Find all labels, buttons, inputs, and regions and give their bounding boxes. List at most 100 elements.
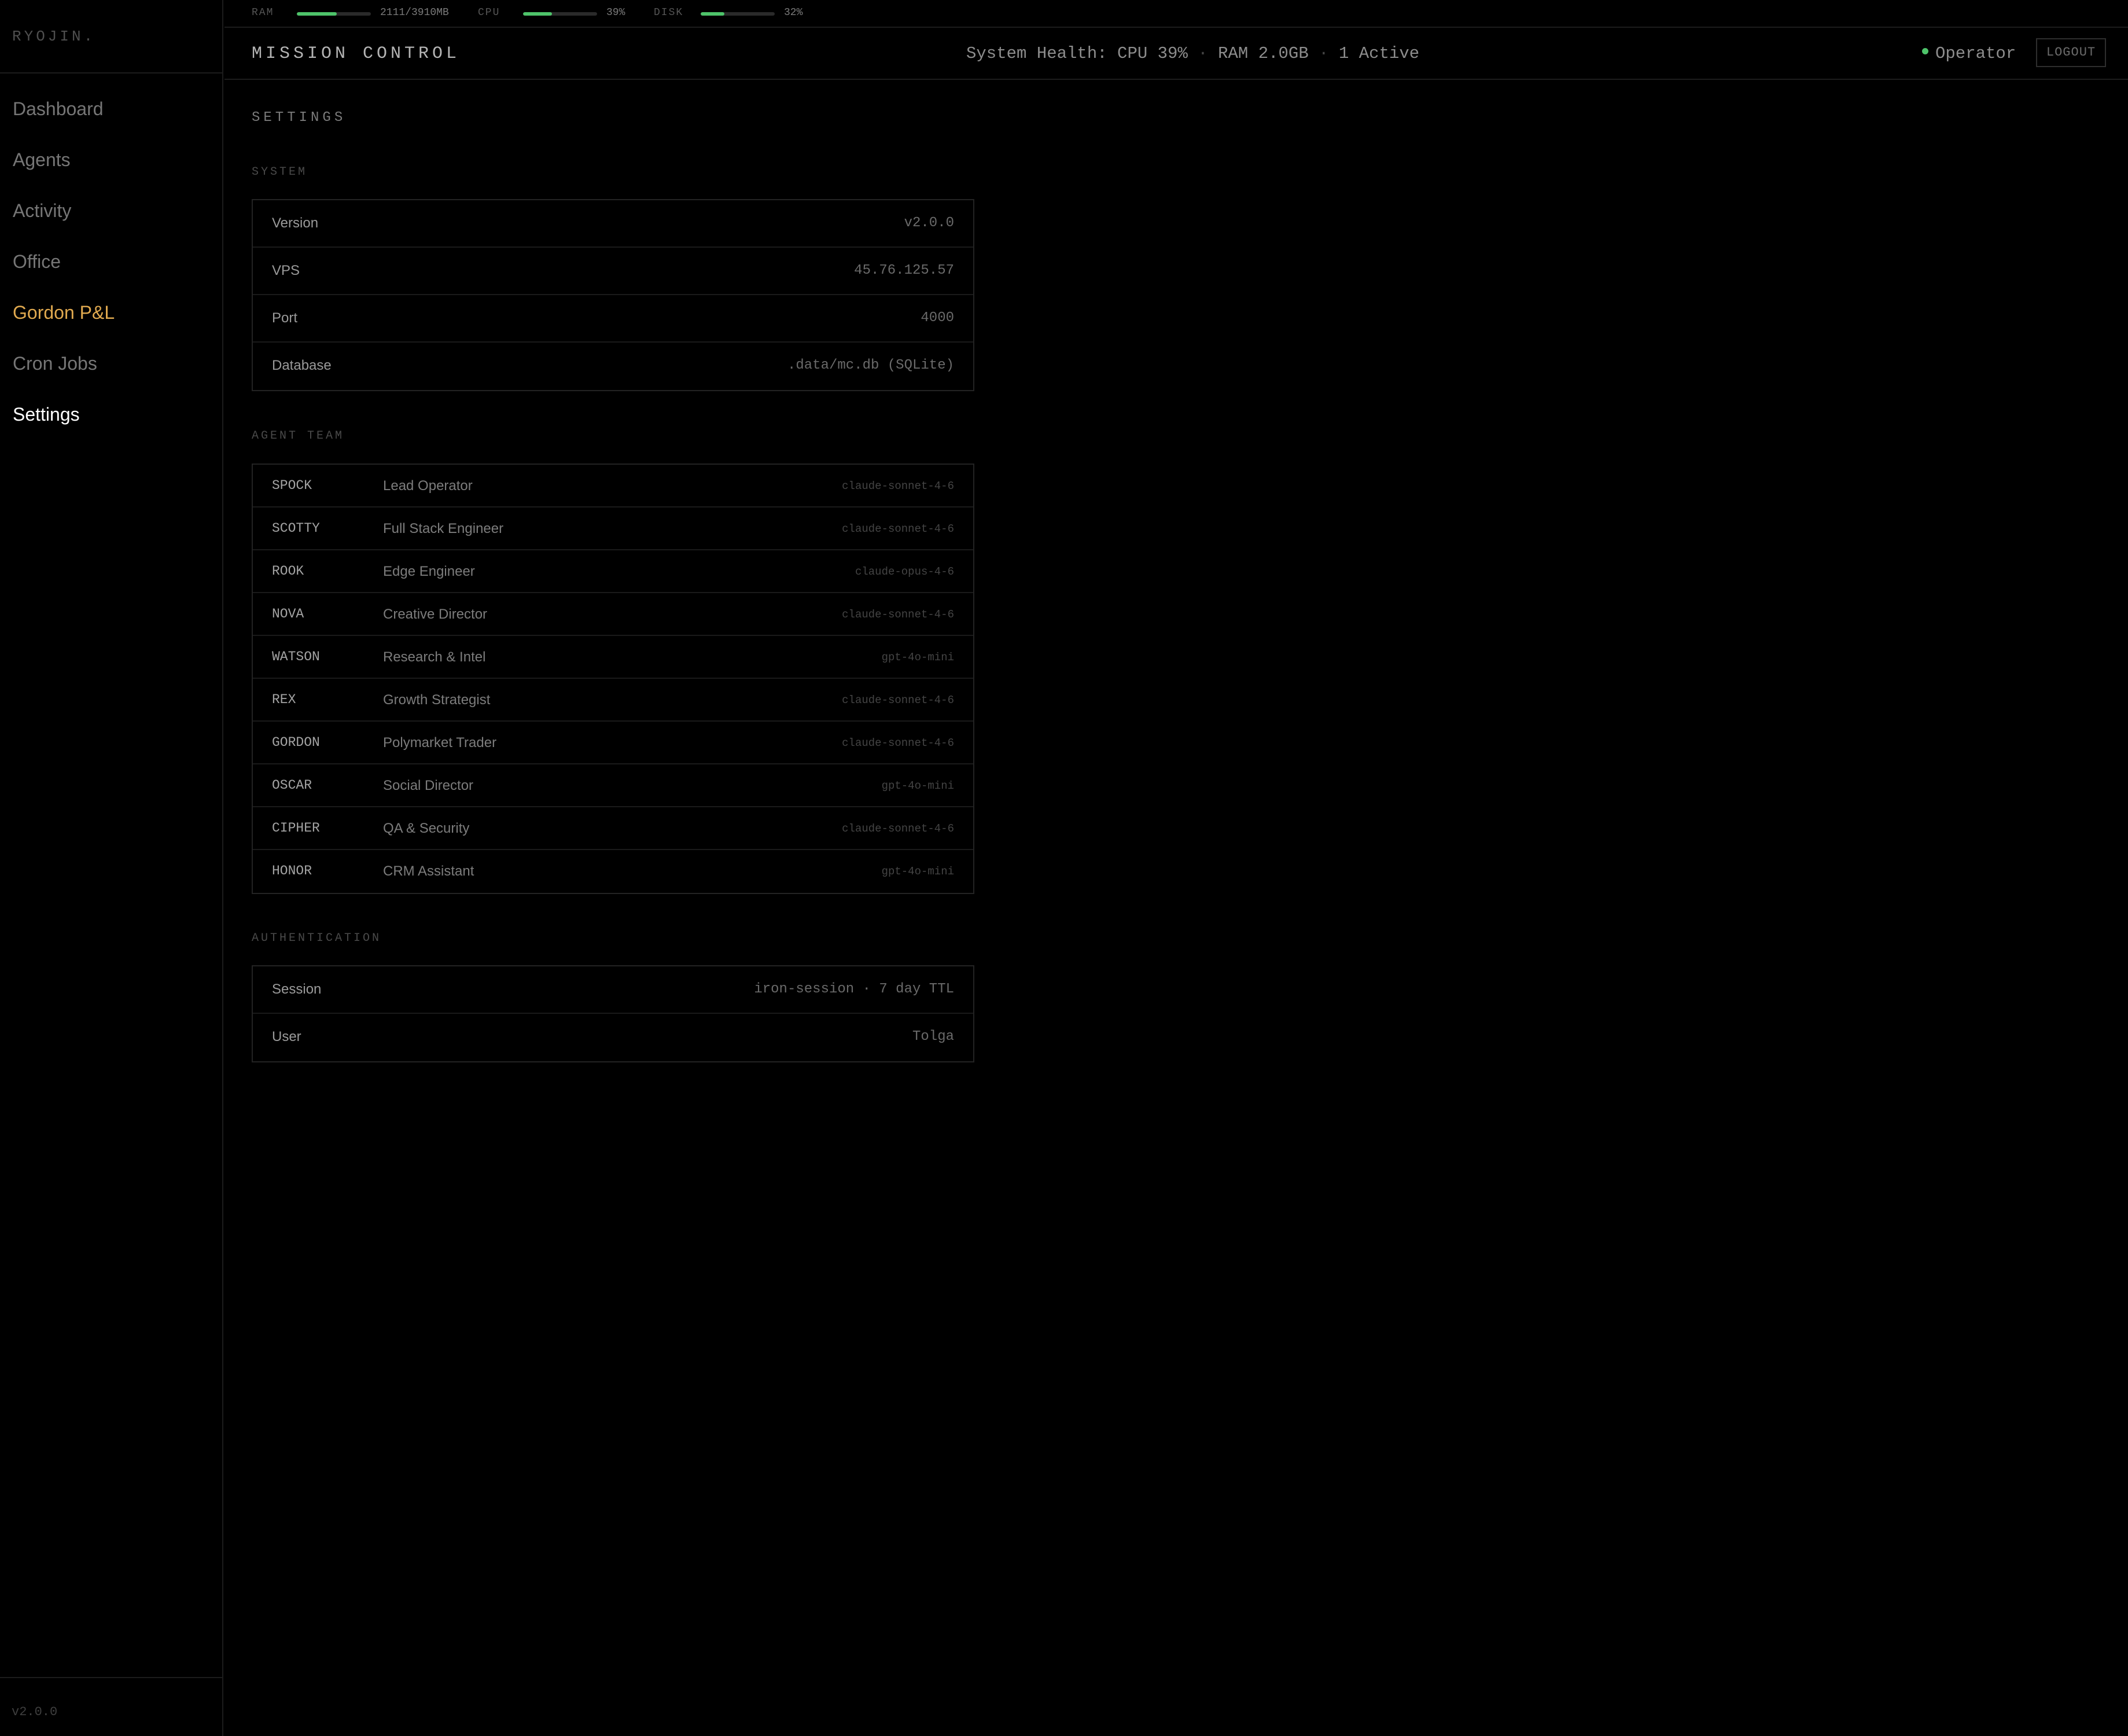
sidebar-nav: Dashboard Agents Activity Office Gordon …	[13, 93, 115, 449]
authentication-section-label: AUTHENTICATION	[252, 932, 382, 945]
ram-value: 2111/3910MB	[380, 7, 449, 19]
auth-value: iron-session · 7 day TTL	[754, 981, 954, 997]
agent-role: CRM Assistant	[383, 863, 474, 879]
system-value: v2.0.0	[904, 215, 954, 231]
system-key: Version	[272, 215, 319, 231]
agent-team-section-label: AGENT TEAM	[252, 429, 345, 443]
cpu-label: CPU	[478, 7, 500, 19]
sidebar-item-settings[interactable]: Settings	[13, 398, 115, 449]
authentication-panel: Session iron-session · 7 day TTL User To…	[252, 965, 974, 1062]
agent-row: SPOCK Lead Operator claude-sonnet-4-6	[253, 465, 973, 507]
agent-name: CIPHER	[272, 821, 320, 836]
ram-bar	[297, 12, 371, 16]
system-row-vps: VPS 45.76.125.57	[253, 248, 973, 295]
agent-name: REX	[272, 692, 296, 707]
agent-model: claude-sonnet-4-6	[842, 523, 954, 535]
agent-name: OSCAR	[272, 778, 312, 793]
system-section-label: SYSTEM	[252, 165, 308, 179]
auth-key: Session	[272, 981, 322, 997]
agent-model: claude-sonnet-4-6	[842, 694, 954, 707]
agent-model: gpt-4o-mini	[881, 651, 954, 664]
ram-label: RAM	[252, 7, 274, 19]
agent-role: Social Director	[383, 778, 474, 793]
sidebar-item-gordon-pl[interactable]: Gordon P&L	[13, 296, 115, 347]
health-separator: ·	[1319, 44, 1329, 63]
agent-role: Full Stack Engineer	[383, 521, 504, 536]
agent-role: Research & Intel	[383, 649, 486, 665]
header: MISSION CONTROL System Health: CPU 39% ·…	[224, 29, 2128, 80]
system-row-database: Database .data/mc.db (SQLite)	[253, 343, 973, 390]
system-row-version: Version v2.0.0	[253, 200, 973, 248]
auth-row-user: User Tolga	[253, 1014, 973, 1061]
agent-row: OSCAR Social Director gpt-4o-mini	[253, 764, 973, 807]
agent-model: claude-sonnet-4-6	[842, 737, 954, 749]
agent-name: NOVA	[272, 606, 304, 621]
logout-button[interactable]: LOGOUT	[2036, 38, 2106, 67]
disk-label: DISK	[654, 7, 684, 19]
agent-row: SCOTTY Full Stack Engineer claude-sonnet…	[253, 507, 973, 550]
agent-row: GORDON Polymarket Trader claude-sonnet-4…	[253, 722, 973, 764]
system-key: VPS	[272, 263, 300, 278]
agent-model: claude-sonnet-4-6	[842, 480, 954, 492]
sidebar-item-activity[interactable]: Activity	[13, 194, 115, 245]
ram-bar-fill	[297, 12, 337, 16]
agent-row: ROOK Edge Engineer claude-opus-4-6	[253, 550, 973, 593]
page-title: SETTINGS	[252, 110, 347, 126]
agent-model: claude-sonnet-4-6	[842, 608, 954, 621]
agent-role: Creative Director	[383, 606, 488, 622]
brand-logo[interactable]: RYOJIN.	[12, 28, 95, 45]
operator-label: Operator	[1935, 44, 2016, 63]
system-value: .data/mc.db (SQLite)	[787, 358, 954, 373]
resource-strip: RAM 2111/3910MB CPU 39% DISK 32%	[224, 0, 2128, 28]
system-value: 4000	[921, 310, 954, 326]
agent-row: CIPHER QA & Security claude-sonnet-4-6	[253, 807, 973, 850]
sidebar: RYOJIN. Dashboard Agents Activity Office…	[0, 0, 223, 1736]
health-label: System Health:	[966, 44, 1107, 63]
agent-role: Lead Operator	[383, 478, 473, 494]
agent-model: gpt-4o-mini	[881, 779, 954, 792]
agent-row: REX Growth Strategist claude-sonnet-4-6	[253, 679, 973, 722]
cpu-bar	[523, 12, 597, 16]
system-key: Port	[272, 310, 298, 326]
app-title: MISSION CONTROL	[252, 44, 461, 64]
agent-model: claude-opus-4-6	[855, 565, 954, 578]
system-key: Database	[272, 358, 332, 373]
agent-row: WATSON Research & Intel gpt-4o-mini	[253, 636, 973, 679]
agent-name: SPOCK	[272, 478, 312, 493]
sidebar-item-dashboard[interactable]: Dashboard	[13, 93, 115, 144]
system-health: System Health: CPU 39% · RAM 2.0GB · 1 A…	[966, 44, 1419, 63]
health-separator: ·	[1198, 44, 1208, 63]
agent-model: gpt-4o-mini	[881, 865, 954, 878]
online-status-dot-icon	[1922, 47, 1928, 54]
agent-role: Edge Engineer	[383, 564, 475, 579]
agent-name: ROOK	[272, 564, 304, 579]
agent-model: claude-sonnet-4-6	[842, 822, 954, 835]
sidebar-footer-divider	[0, 1677, 222, 1678]
disk-bar	[701, 12, 775, 16]
agent-name: GORDON	[272, 735, 320, 750]
disk-bar-fill	[701, 12, 724, 16]
health-ram: RAM 2.0GB	[1218, 44, 1309, 63]
agent-role: QA & Security	[383, 821, 470, 836]
system-value: 45.76.125.57	[854, 263, 954, 278]
agent-row: HONOR CRM Assistant gpt-4o-mini	[253, 850, 973, 893]
auth-value: Tolga	[912, 1029, 954, 1044]
auth-row-session: Session iron-session · 7 day TTL	[253, 966, 973, 1014]
cpu-bar-fill	[523, 12, 552, 16]
agent-name: SCOTTY	[272, 521, 320, 536]
sidebar-item-office[interactable]: Office	[13, 245, 115, 296]
health-active: 1 Active	[1338, 44, 1420, 63]
sidebar-version: v2.0.0	[12, 1705, 58, 1719]
disk-value: 32%	[784, 7, 803, 19]
agent-team-panel: SPOCK Lead Operator claude-sonnet-4-6 SC…	[252, 464, 974, 894]
agent-name: HONOR	[272, 863, 312, 878]
sidebar-divider	[0, 72, 222, 73]
system-panel: Version v2.0.0 VPS 45.76.125.57 Port 400…	[252, 199, 974, 391]
sidebar-item-agents[interactable]: Agents	[13, 144, 115, 194]
operator-status: Operator	[1922, 44, 2016, 63]
sidebar-item-cron-jobs[interactable]: Cron Jobs	[13, 347, 115, 398]
health-cpu: CPU 39%	[1117, 44, 1188, 63]
agent-role: Polymarket Trader	[383, 735, 497, 751]
cpu-value: 39%	[606, 7, 625, 19]
agent-name: WATSON	[272, 649, 320, 664]
